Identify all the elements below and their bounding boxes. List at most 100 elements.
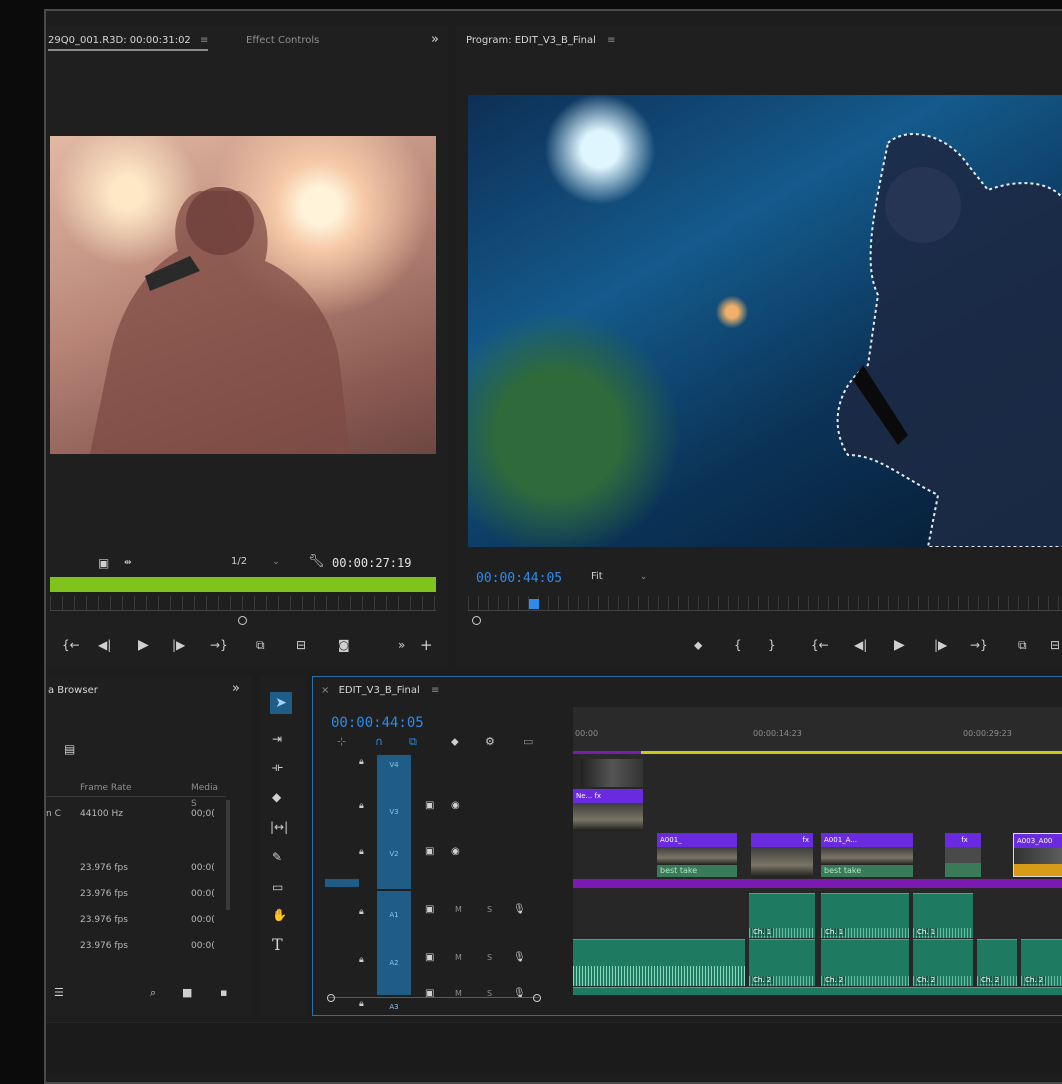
microphone-icon[interactable]: 🎙︎ — [513, 951, 526, 965]
wrench-icon[interactable]: 🔧︎ — [308, 554, 325, 569]
insert-icon[interactable]: ⇹ — [124, 556, 132, 570]
audio-clip[interactable] — [573, 987, 1062, 995]
eye-icon[interactable]: ◉ — [451, 845, 460, 859]
source-tab[interactable]: 29Q0_001.R3D: 00:00:31:02 ≡ — [48, 35, 209, 51]
playhead-marker[interactable] — [529, 599, 539, 609]
track-target-v1[interactable] — [325, 879, 359, 887]
work-area-bar[interactable] — [641, 751, 1062, 754]
add-button-icon[interactable]: + — [420, 638, 433, 653]
pen-tool[interactable]: ✎ — [272, 850, 282, 864]
track-area[interactable]: Ne... fx A001_ best take fx A001_A... be… — [573, 755, 1062, 995]
work-area-start[interactable] — [573, 751, 641, 754]
more-controls-icon[interactable]: » — [398, 638, 405, 652]
lock-icon[interactable]: 🔒︎ — [359, 801, 364, 811]
track-v3[interactable]: 🔒︎ V3 ▣ ◉ — [313, 787, 573, 831]
panel-expand-icon[interactable]: » — [232, 681, 240, 696]
track-select-tool[interactable]: ⇥ — [272, 732, 282, 746]
program-tab[interactable]: Program: EDIT_V3_B_Final ≡ — [466, 35, 616, 46]
track-a1[interactable]: 🔒︎ A1 ▣ M S 🎙︎ — [313, 891, 573, 939]
col-frame-rate[interactable]: Frame Rate — [80, 780, 132, 796]
table-row[interactable]: 23.976 fps 00:0( — [46, 860, 226, 876]
camera-icon[interactable]: ◙ — [338, 638, 350, 652]
audio-clip[interactable]: Ch. 2 — [749, 939, 815, 986]
audio-clip[interactable]: Ch. 2 — [913, 939, 973, 986]
source-zoom-handle[interactable] — [238, 616, 247, 625]
type-tool[interactable]: T — [272, 937, 283, 953]
insert-button[interactable]: ⧉ — [256, 638, 265, 652]
go-to-out-button[interactable]: →} — [210, 638, 228, 652]
timeline-menu-icon[interactable]: ≡ — [431, 685, 439, 696]
eye-icon[interactable]: ◉ — [451, 799, 460, 813]
microphone-icon[interactable]: 🎙︎ — [513, 903, 526, 917]
track-v4[interactable]: 🔒︎ V4 — [313, 755, 573, 787]
play-button[interactable]: ▶ — [894, 638, 905, 652]
table-row[interactable]: 23.976 fps 00:0( — [46, 938, 226, 954]
source-scrubber[interactable] — [50, 596, 436, 611]
list-icon[interactable]: ☰ — [54, 986, 64, 999]
sync-lock-icon[interactable]: ▣ — [425, 951, 434, 965]
table-row[interactable]: n C 44100 Hz 00;0( — [46, 806, 226, 822]
audio-clip[interactable]: Ch. 1 — [821, 893, 909, 938]
program-menu-icon[interactable]: ≡ — [607, 35, 615, 46]
mark-out-button[interactable]: } — [768, 638, 776, 652]
v3-clip[interactable]: Ne... fx — [573, 789, 643, 831]
media-browser-tab[interactable]: a Browser — [48, 685, 98, 696]
extract-button[interactable]: ⊟ — [1050, 638, 1060, 652]
lock-icon[interactable]: 🔒︎ — [359, 955, 364, 965]
go-to-in-button[interactable]: {← — [62, 638, 80, 652]
timeline-zoom-scrollbar[interactable] — [327, 994, 541, 1004]
overwrite-button[interactable]: ⊟ — [296, 638, 306, 652]
v2-clip[interactable]: fx — [945, 833, 981, 877]
mute-button[interactable]: M — [455, 953, 462, 962]
v2-clip[interactable]: A001_A... best take — [821, 833, 913, 877]
ripple-edit-tool[interactable]: ⟛ — [272, 760, 283, 774]
zoom-handle-right[interactable] — [533, 994, 541, 1002]
linked-selection-icon[interactable]: ⧉ — [409, 735, 417, 749]
track-v2[interactable]: 🔒︎ V2 ▣ ◉ — [313, 831, 573, 889]
audio-clip[interactable]: Ch. 2 — [1021, 939, 1062, 986]
table-row[interactable]: 23.976 fps 00:0( — [46, 912, 226, 928]
source-settings-icon[interactable]: ▣ — [98, 556, 109, 570]
source-menu-icon[interactable]: ≡ — [200, 35, 208, 46]
resolution-select[interactable]: 1/2 ⌄ — [231, 556, 280, 567]
snap-icon[interactable]: ∩ — [375, 735, 383, 748]
slip-tool[interactable]: |↔| — [270, 820, 288, 834]
v4-clip[interactable] — [581, 755, 643, 787]
add-marker-icon[interactable]: ⬥ — [451, 735, 459, 749]
step-forward-button[interactable]: |▶ — [172, 638, 185, 652]
v2-clip[interactable]: A001_ best take — [657, 833, 737, 877]
program-zoom-select[interactable]: Fit ⌄ — [591, 571, 647, 582]
search-icon[interactable]: ⌕ — [150, 986, 156, 1000]
solo-button[interactable]: S — [487, 953, 492, 962]
zoom-handle-left[interactable] — [327, 994, 335, 1002]
folder-icon[interactable]: ■ — [182, 986, 192, 999]
toggle-output-icon[interactable]: ▣ — [425, 845, 434, 859]
table-scrollbar[interactable] — [226, 800, 230, 910]
lock-icon[interactable]: 🔒︎ — [359, 757, 364, 767]
hand-tool[interactable]: ✋ — [272, 908, 287, 922]
lock-icon[interactable]: 🔒︎ — [359, 907, 364, 917]
v2-clip[interactable]: fx — [751, 833, 813, 877]
razor-tool[interactable]: ◆ — [272, 790, 281, 804]
trash-icon[interactable]: ▪ — [220, 986, 227, 999]
program-scrubber[interactable] — [468, 596, 1062, 611]
sync-lock-icon[interactable]: ▣ — [425, 903, 434, 917]
panel-expand-icon[interactable]: » — [431, 32, 439, 47]
solo-button[interactable]: S — [487, 905, 492, 914]
audio-clip[interactable]: Ch. 1 — [749, 893, 815, 938]
table-row[interactable]: 23.976 fps 00:0( — [46, 886, 226, 902]
audio-clip[interactable] — [573, 939, 745, 986]
v2-clip[interactable]: A003_A00 — [1013, 833, 1062, 877]
go-to-in-button[interactable]: {← — [811, 638, 829, 652]
audio-clip[interactable]: Ch. 2 — [977, 939, 1017, 986]
wrench-icon[interactable]: ⚙ — [485, 735, 495, 748]
audio-clip[interactable]: Ch. 1 — [913, 893, 973, 938]
selection-tool[interactable]: ➤ — [270, 692, 292, 714]
timeline-ruler[interactable]: 00:00 00:00:14:23 00:00:29:23 — [573, 707, 1062, 755]
effect-controls-tab[interactable]: Effect Controls — [246, 35, 319, 46]
rectangle-tool[interactable]: ▭ — [272, 880, 283, 894]
track-a2[interactable]: 🔒︎ A2 ▣ M S 🎙︎ — [313, 939, 573, 987]
lock-icon[interactable]: 🔒︎ — [359, 847, 364, 857]
play-button[interactable]: ▶ — [138, 638, 149, 652]
nest-icon[interactable]: ⊹ — [337, 735, 346, 748]
